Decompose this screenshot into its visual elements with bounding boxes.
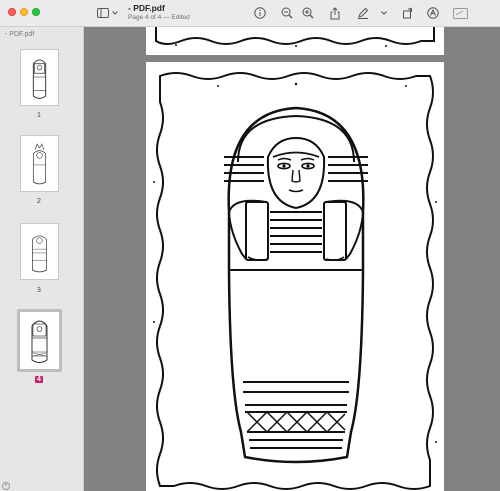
share-icon[interactable]: [328, 5, 342, 21]
annotate-icon[interactable]: [426, 5, 440, 21]
document-subtitle: Page 4 of 4 — Edited: [128, 14, 190, 21]
thumbnail-page-4[interactable]: [17, 309, 62, 372]
close-window-button[interactable]: [8, 8, 16, 16]
thumbnail-sidebar: - PDF.pdf 1 2 3 4 +: [0, 27, 84, 491]
redact-icon[interactable]: [452, 5, 468, 21]
chevron-down-icon[interactable]: [111, 5, 119, 21]
info-icon[interactable]: [253, 5, 267, 21]
thumbnail-page-3[interactable]: [20, 223, 59, 280]
sidebar-options-button[interactable]: +: [2, 482, 10, 490]
rotate-icon[interactable]: [401, 5, 415, 21]
thumbnail-label-3: 3: [37, 287, 41, 294]
sarcophagus-coloring-page: [153, 72, 437, 490]
document-title: - PDF.pdf: [128, 3, 165, 13]
markup-pen-icon[interactable]: [356, 5, 370, 21]
maximize-window-button[interactable]: [32, 8, 40, 16]
sidebar-file-label: - PDF.pdf: [5, 31, 35, 38]
document-viewer[interactable]: [85, 27, 500, 491]
pdf-page-4: [146, 62, 444, 491]
thumbnail-label-1: 1: [37, 112, 41, 119]
page-3-bottom: [146, 27, 444, 55]
thumbnail-label-2: 2: [37, 198, 41, 205]
window-toolbar: - PDF.pdf Page 4 of 4 — Edited: [0, 0, 500, 27]
sidebar-toggle-icon[interactable]: [96, 5, 110, 21]
zoom-in-icon[interactable]: [301, 5, 315, 21]
thumbnail-page-2[interactable]: [20, 135, 59, 192]
zoom-out-icon[interactable]: [280, 5, 294, 21]
thumbnail-label-4: 4: [35, 376, 43, 383]
minimize-window-button[interactable]: [20, 8, 28, 16]
thumbnail-page-1[interactable]: [20, 49, 59, 106]
chevron-down-icon[interactable]: [380, 5, 388, 21]
